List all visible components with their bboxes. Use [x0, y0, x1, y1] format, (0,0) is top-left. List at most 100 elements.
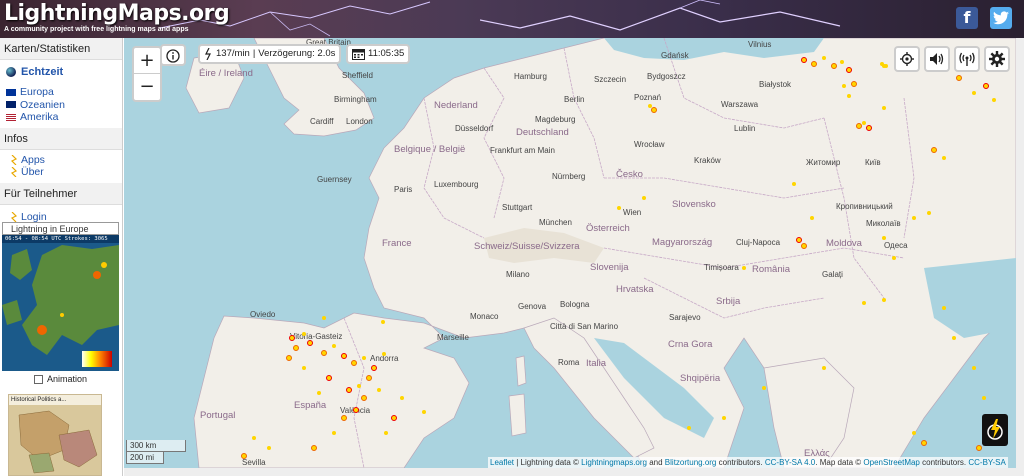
- map-attribution: Leaflet | Lightning data © Lightningmaps…: [488, 457, 1008, 468]
- lightning-strike-marker: [322, 316, 326, 320]
- lightningmaps-link[interactable]: Lightningmaps.org: [581, 458, 647, 467]
- map-label: Roma: [558, 358, 580, 367]
- map-label: España: [294, 400, 327, 411]
- map-label: Berlin: [564, 95, 585, 104]
- map-label: Srbija: [716, 296, 741, 307]
- map-label: Magyarország: [652, 237, 713, 248]
- lightning-strike-marker: [317, 391, 321, 395]
- lightning-strike-marker: [687, 426, 691, 430]
- map-label: Portugal: [200, 410, 236, 421]
- advertisement[interactable]: Historical Politics a...: [8, 394, 102, 476]
- lightning-strike-marker: [391, 415, 397, 421]
- map-label: Galați: [822, 270, 843, 279]
- scale-km: 300 km: [126, 440, 186, 452]
- settings-button[interactable]: [984, 46, 1010, 72]
- lightning-strike-marker: [942, 156, 946, 160]
- map-label: Sevilla: [242, 458, 266, 467]
- sidebar-item-label: Echtzeit: [21, 66, 64, 78]
- bolt-icon: [10, 167, 18, 178]
- leaflet-link[interactable]: Leaflet: [490, 458, 514, 467]
- minimap-image[interactable]: 06:54 - 08:54 UTC Strokes: 3065: [2, 235, 119, 371]
- animation-checkbox[interactable]: [34, 374, 43, 384]
- map-label: Belgique / België: [394, 144, 466, 155]
- sidebar-item-ozeanien[interactable]: Ozeanien: [0, 99, 122, 112]
- sidebar-item-europa[interactable]: Europa: [0, 86, 122, 99]
- lightning-map[interactable]: Great Britain Éire / Ireland Sheffield B…: [124, 38, 1016, 468]
- sidebar-item-label: Login: [21, 210, 47, 223]
- map-label: Marseille: [437, 333, 470, 342]
- twitter-icon[interactable]: [990, 7, 1012, 29]
- site-logo[interactable]: LightningMaps.org: [4, 1, 230, 26]
- map-label: Nürnberg: [552, 172, 586, 181]
- lightning-strike-marker: [381, 320, 385, 324]
- map-label: Birmingham: [334, 95, 377, 104]
- map-label: Cardiff: [310, 117, 334, 126]
- stations-button[interactable]: [954, 46, 980, 72]
- map-label: Crna Gora: [668, 339, 713, 350]
- map-label: Миколаїв: [866, 219, 901, 228]
- map-label: Stuttgart: [502, 203, 533, 212]
- lightning-strike-marker: [952, 336, 956, 340]
- site-header: LightningMaps.org A community project wi…: [0, 0, 1024, 38]
- sidebar-item-apps[interactable]: Apps: [0, 154, 122, 167]
- map-label: Bydgoszcz: [647, 72, 686, 81]
- crosshair-icon: [900, 52, 914, 66]
- attribution-text: contributors.: [919, 458, 969, 467]
- lightning-strike-marker: [362, 356, 366, 360]
- map-label: Slovenija: [590, 262, 629, 273]
- lightning-strike-marker: [252, 436, 256, 440]
- map-label: Genova: [518, 302, 547, 311]
- map-label: Wrocław: [634, 140, 665, 149]
- section-members-title: Für Teilnehmer: [0, 182, 122, 205]
- map-label: Slovensko: [672, 199, 716, 210]
- bolt-icon: [987, 419, 1003, 440]
- ad-title: Historical Politics a...: [9, 395, 101, 405]
- lightning-strike-marker: [617, 206, 621, 210]
- lightning-strike-marker: [377, 388, 381, 392]
- map-label: Кропивницький: [836, 202, 893, 211]
- lightning-logo-button[interactable]: [982, 414, 1008, 446]
- osm-link[interactable]: OpenStreetMap: [863, 458, 919, 467]
- map-label: Nederland: [434, 100, 478, 111]
- speaker-icon: [930, 53, 944, 65]
- lightning-strike-marker: [811, 61, 817, 67]
- map-label: Moldova: [826, 238, 862, 249]
- license-link[interactable]: CC-BY-SA 4.0: [765, 458, 815, 467]
- info-button[interactable]: [160, 44, 186, 66]
- sidebar: Karten/Statistiken Echtzeit Europa Ozean…: [0, 38, 123, 476]
- minimap-region-select[interactable]: Lightning in Europe: [2, 222, 119, 235]
- page-scrollbar[interactable]: [1016, 38, 1024, 476]
- gear-icon: [989, 51, 1005, 67]
- attribution-text: . Map data ©: [815, 458, 864, 467]
- locate-button[interactable]: [894, 46, 920, 72]
- lightning-strike-marker: [822, 56, 826, 60]
- map-label: Deutschland: [516, 127, 569, 138]
- lightning-strike-marker: [942, 306, 946, 310]
- lightning-strike-marker: [880, 62, 884, 66]
- sidebar-item-realtime[interactable]: Echtzeit: [0, 63, 122, 81]
- zoom-in-button[interactable]: +: [134, 48, 160, 74]
- sidebar-item-label: Über: [21, 166, 44, 179]
- lightning-strike-marker: [289, 335, 295, 341]
- facebook-icon[interactable]: f: [956, 7, 978, 29]
- lightning-strike-marker: [982, 396, 986, 400]
- lightning-strike-marker: [921, 440, 927, 446]
- map-label: Київ: [865, 158, 881, 167]
- license-link[interactable]: CC-BY-SA: [968, 458, 1006, 467]
- zoom-out-button[interactable]: −: [134, 74, 160, 100]
- sound-button[interactable]: [924, 46, 950, 72]
- animation-toggle[interactable]: Animation: [34, 374, 87, 384]
- lightning-strike-marker: [972, 91, 976, 95]
- lightning-strike-marker: [862, 121, 866, 125]
- lightning-strike-marker: [722, 416, 726, 420]
- sidebar-item-amerika[interactable]: Amerika: [0, 111, 122, 124]
- status-separator: |: [252, 48, 256, 59]
- sidebar-item-about[interactable]: Über: [0, 166, 122, 179]
- scale-mi: 200 mi: [126, 452, 164, 464]
- lightning-strike-marker: [882, 106, 886, 110]
- map-label: Österreich: [586, 223, 630, 234]
- blitzortung-link[interactable]: Blitzortung.org: [665, 458, 717, 467]
- lightning-strike-marker: [351, 360, 357, 366]
- lightning-strike-marker: [286, 355, 292, 361]
- lightning-strike-marker: [882, 236, 886, 240]
